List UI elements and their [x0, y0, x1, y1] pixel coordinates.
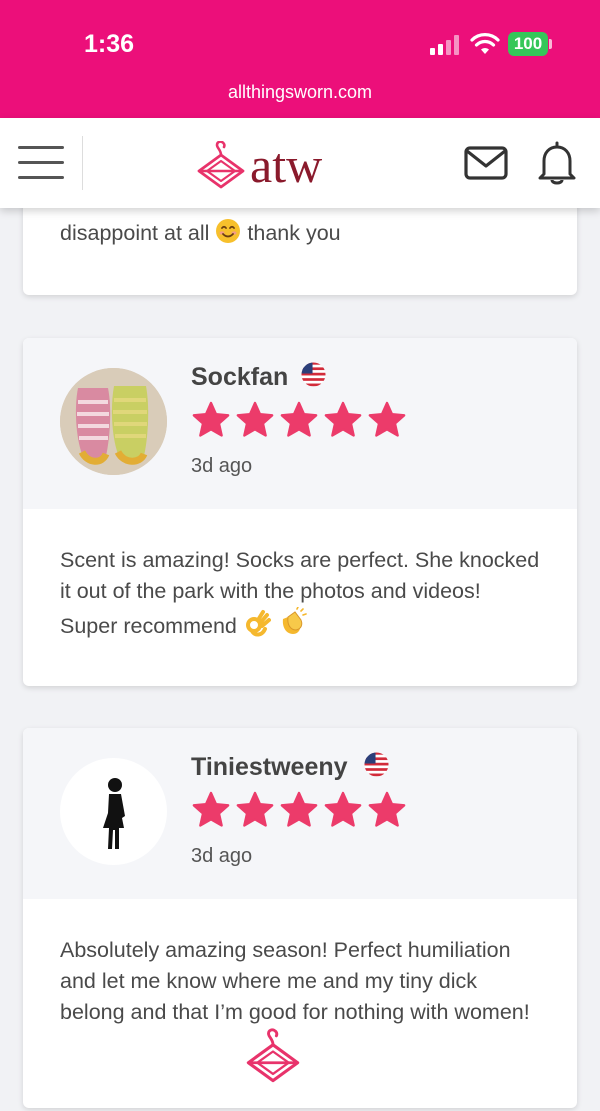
review-body: Absolutely amazing season! Perfect humil…: [23, 935, 577, 1028]
us-flag-icon: [301, 362, 326, 387]
hanger-logo-icon[interactable]: [245, 1028, 301, 1084]
star-icon: [368, 791, 406, 827]
hanger-logo-icon: [197, 141, 245, 189]
review-card: Sockfan 3d ago Scent is amazing! Socks a…: [23, 338, 577, 686]
us-flag-icon: [364, 752, 389, 777]
star-icon: [280, 791, 318, 827]
star-icon: [192, 401, 230, 437]
site-logo[interactable]: atw: [196, 140, 322, 190]
logo-text: atw: [250, 137, 323, 193]
status-time: 1:36: [84, 30, 135, 58]
reviewer-name[interactable]: Tiniestweeny: [191, 753, 348, 782]
socks-photo-icon: [60, 368, 167, 475]
reviewer-name[interactable]: Sockfan: [191, 363, 288, 392]
site-header: atw: [0, 118, 600, 208]
star-icon: [280, 401, 318, 437]
review-text: disappoint at all: [60, 221, 210, 245]
review-time: 3d ago: [191, 845, 253, 867]
header-divider: [82, 136, 83, 190]
review-header: Sockfan 3d ago: [23, 338, 577, 509]
battery-indicator: 100: [508, 32, 548, 56]
star-icon: [368, 401, 406, 437]
status-bar: 1:36 100 allthingsworn.com: [0, 0, 600, 118]
bell-icon[interactable]: [536, 140, 578, 186]
woman-silhouette-icon: [103, 778, 125, 849]
signal-icon: [430, 35, 462, 55]
avatar[interactable]: [60, 758, 167, 865]
smiling-face-emoji-icon: [216, 219, 241, 243]
clapping-hands-emoji-icon: [282, 607, 307, 634]
wifi-icon: [470, 33, 500, 54]
review-text: Absolutely amazing season! Perfect humil…: [60, 938, 530, 1024]
mail-icon[interactable]: [464, 146, 508, 180]
star-rating: [191, 790, 411, 830]
review-header: Tiniestweeny 3d ago: [23, 728, 577, 899]
star-icon: [236, 401, 274, 437]
star-icon: [324, 401, 362, 437]
review-text-end: thank you: [247, 221, 341, 245]
star-icon: [236, 791, 274, 827]
star-icon: [192, 791, 230, 827]
review-time: 3d ago: [191, 455, 253, 477]
menu-icon[interactable]: [18, 146, 64, 180]
review-body: Scent is amazing! Socks are perfect. She…: [23, 545, 577, 642]
battery-nub: [549, 39, 552, 49]
star-rating: [191, 400, 411, 440]
avatar[interactable]: [60, 368, 167, 475]
ok-hand-emoji-icon: [245, 610, 271, 637]
url-bar[interactable]: allthingsworn.com: [0, 82, 600, 103]
star-icon: [324, 791, 362, 827]
review-body: disappoint at all thank you: [23, 218, 378, 249]
